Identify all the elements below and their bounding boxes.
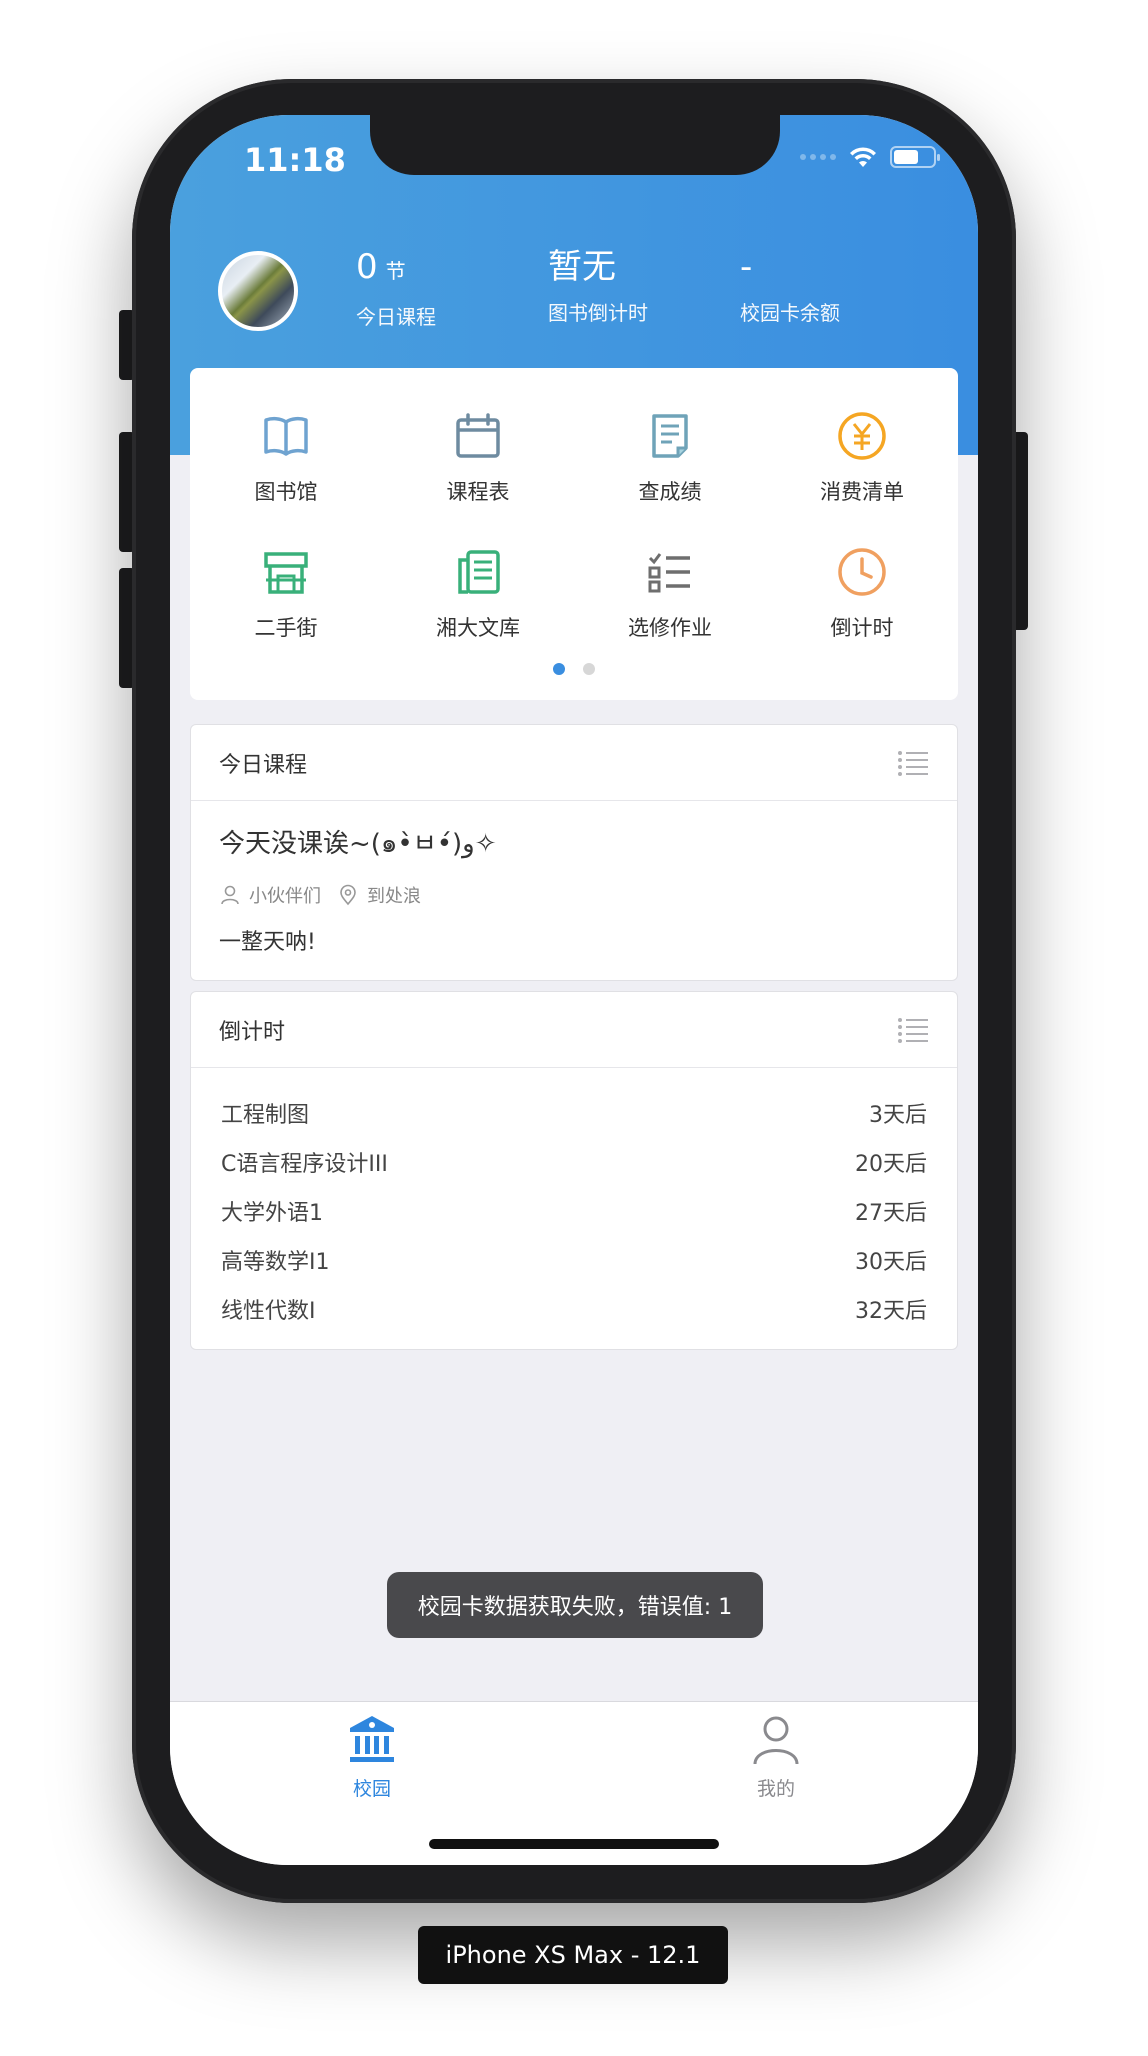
grid-item-grades[interactable]: 查成绩	[574, 408, 766, 506]
course-description: 一整天呐!	[219, 930, 316, 955]
stat-value: 暂无	[548, 247, 616, 287]
grid-item-library-docs[interactable]: 湘大文库	[382, 544, 574, 642]
card-header: 倒计时	[191, 992, 957, 1068]
stat-value: 0	[356, 247, 378, 287]
page-dot-active[interactable]	[553, 663, 565, 675]
countdown-when: 20天后	[855, 1151, 927, 1177]
person-icon	[221, 885, 239, 905]
list-item[interactable]: 线性代数Ⅰ 32天后	[191, 1284, 957, 1333]
countdown-when: 32天后	[855, 1298, 927, 1324]
stat-label: 校园卡余额	[740, 301, 840, 325]
tab-campus[interactable]: 校园	[312, 1712, 432, 1801]
app-screen: 11:18 0节 今日课程 暂无 图书倒计时 - 校园卡余额 图书馆 课程表 查…	[170, 115, 978, 1865]
notch	[370, 115, 780, 175]
countdown-name: 大学外语1	[221, 1200, 323, 1226]
grid-item-label: 湘大文库	[436, 616, 520, 640]
list-item[interactable]: 大学外语1 27天后	[191, 1186, 957, 1235]
card-title: 倒计时	[219, 1019, 286, 1045]
grid-item-label: 二手街	[254, 616, 318, 640]
grid-item-label: 图书馆	[254, 480, 318, 504]
book-icon	[264, 416, 308, 456]
page-dot[interactable]	[583, 663, 595, 675]
tab-label: 我的	[756, 1778, 795, 1800]
feature-grid: 图书馆 课程表 查成绩 消费清单 二手街 湘大文库 选修作业 倒计时	[190, 368, 958, 700]
grid-item-label: 查成绩	[638, 480, 702, 504]
home-indicator[interactable]	[429, 1839, 719, 1849]
list-item[interactable]: 高等数学Ⅰ1 30天后	[191, 1235, 957, 1284]
countdown-name: 工程制图	[221, 1102, 310, 1128]
list-icon[interactable]	[897, 1016, 929, 1044]
wifi-icon	[850, 147, 876, 167]
countdown-name: 线性代数Ⅰ	[221, 1298, 316, 1324]
card-title: 今日课程	[219, 752, 308, 778]
countdown-name: 高等数学Ⅰ1	[221, 1249, 330, 1275]
tab-me[interactable]: 我的	[716, 1712, 836, 1801]
device-label: iPhone XS Max - 12.1	[418, 1926, 728, 1984]
cellular-signal-icon	[800, 154, 836, 160]
course-meta: 小伙伴们 到处浪	[219, 882, 929, 908]
list-item[interactable]: 工程制图 3天后	[191, 1088, 957, 1137]
grid-item-label: 课程表	[446, 480, 510, 504]
grid-item-expenses[interactable]: 消费清单	[766, 408, 958, 506]
stat-card-balance[interactable]: - 校园卡余额	[740, 247, 840, 326]
countdown-when: 27天后	[855, 1200, 927, 1226]
course-title: 今天没课诶~(๑•̀ㅂ•́)و✧	[219, 829, 497, 859]
page-indicator[interactable]	[190, 663, 958, 675]
status-time: 11:18	[244, 141, 346, 179]
stat-unit: 节	[385, 259, 406, 283]
list-item[interactable]: C语言程序设计III 20天后	[191, 1137, 957, 1186]
grid-item-secondhand[interactable]: 二手街	[190, 544, 382, 642]
course-people: 小伙伴们	[249, 886, 321, 907]
shop-icon	[264, 552, 308, 594]
grid-item-label: 倒计时	[830, 616, 894, 640]
grid-item-elective-homework[interactable]: 选修作业	[574, 544, 766, 642]
grid-item-timetable[interactable]: 课程表	[382, 408, 574, 506]
stat-value: -	[740, 247, 753, 287]
course-location: 到处浪	[367, 886, 421, 907]
stat-book-countdown[interactable]: 暂无 图书倒计时	[548, 247, 648, 326]
campus-icon	[350, 1716, 394, 1762]
clock-icon	[838, 548, 886, 596]
countdown-card: 倒计时 工程制图 3天后 C语言程序设计III 20天后 大学外语1 27天后	[190, 991, 958, 1350]
stat-label: 今日课程	[356, 305, 436, 329]
calendar-icon	[456, 413, 500, 458]
avatar[interactable]	[218, 251, 298, 331]
report-icon	[652, 414, 688, 458]
list-icon[interactable]	[897, 749, 929, 777]
grid-item-library[interactable]: 图书馆	[190, 408, 382, 506]
card-header: 今日课程	[191, 725, 957, 801]
status-icons	[800, 145, 940, 169]
grid-item-label: 消费清单	[820, 480, 904, 504]
countdown-when: 30天后	[855, 1249, 927, 1275]
yen-coin-icon	[838, 412, 886, 460]
grid-item-countdown[interactable]: 倒计时	[766, 544, 958, 642]
location-pin-icon	[340, 884, 356, 906]
battery-icon	[890, 146, 940, 168]
documents-icon	[458, 550, 500, 594]
user-icon	[753, 1716, 799, 1765]
stat-label: 图书倒计时	[548, 301, 648, 325]
grid-item-label: 选修作业	[628, 616, 712, 640]
checklist-icon	[648, 553, 690, 593]
countdown-name: C语言程序设计III	[221, 1151, 388, 1177]
countdown-when: 3天后	[869, 1102, 927, 1128]
stat-today-courses[interactable]: 0节 今日课程	[356, 247, 436, 330]
today-course-card: 今日课程 今天没课诶~(๑•̀ㅂ•́)و✧ 小伙伴们 到处浪 一整天呐!	[190, 724, 958, 981]
countdown-list: 工程制图 3天后 C语言程序设计III 20天后 大学外语1 27天后 高等数学…	[191, 1068, 957, 1349]
tab-label: 校园	[352, 1778, 391, 1800]
error-toast: 校园卡数据获取失败，错误值: 1	[387, 1572, 763, 1638]
